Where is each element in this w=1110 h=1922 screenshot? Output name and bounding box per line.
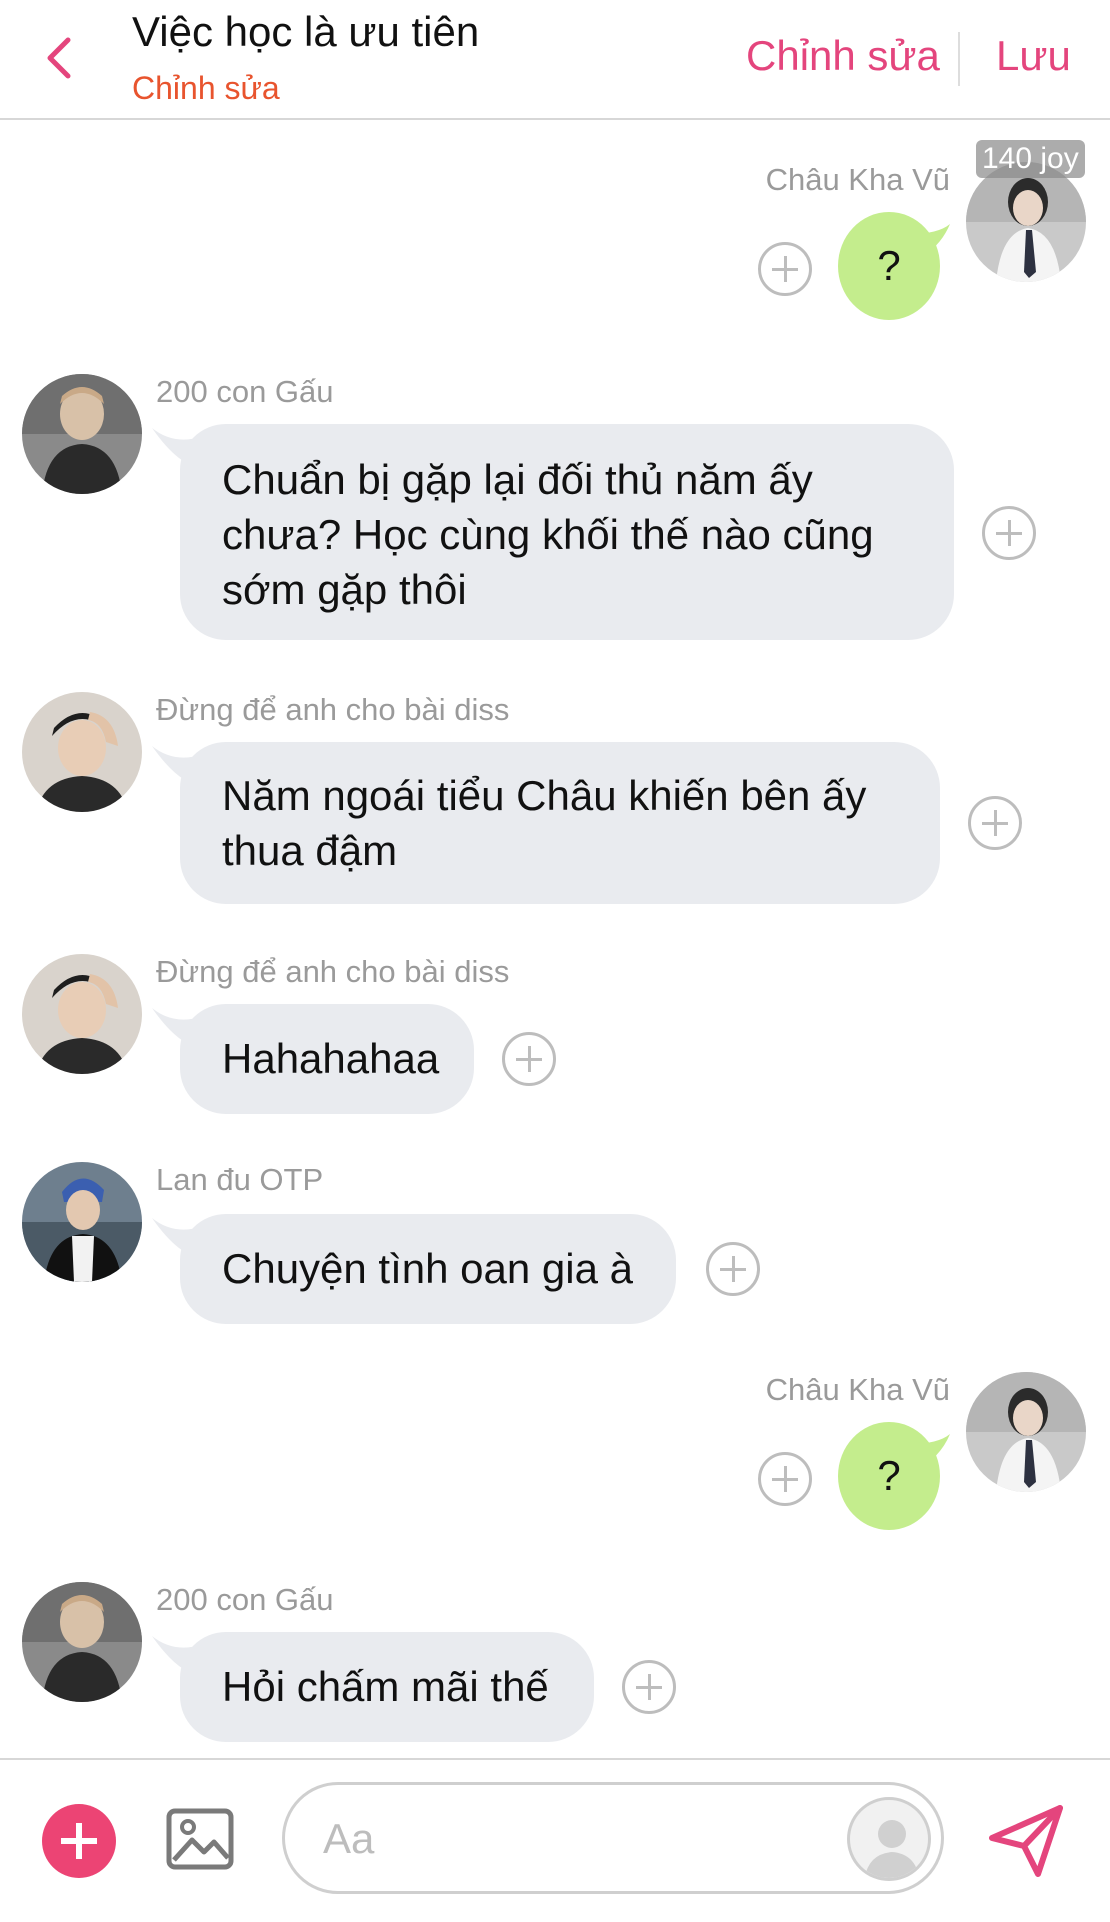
- plus-circle-icon[interactable]: [758, 1452, 812, 1506]
- message-bubble[interactable]: Chuẩn bị gặp lại đối thủ năm ấy chưa? Họ…: [180, 424, 954, 640]
- message-line: chưa? Học cùng khối thế nào cũng: [222, 511, 874, 558]
- avatar[interactable]: [22, 692, 142, 812]
- message-input-container: [282, 1782, 944, 1894]
- plus-circle-icon[interactable]: [706, 1242, 760, 1296]
- chevron-left-icon[interactable]: [40, 34, 80, 82]
- plus-circle-icon[interactable]: [968, 796, 1022, 850]
- message-bubble[interactable]: ?: [838, 212, 940, 320]
- sender-name: Châu Kha Vũ: [765, 162, 950, 197]
- add-button[interactable]: [42, 1804, 116, 1878]
- avatar[interactable]: [966, 1372, 1086, 1492]
- avatar[interactable]: [22, 1162, 142, 1282]
- avatar[interactable]: [22, 374, 142, 494]
- avatar[interactable]: [22, 954, 142, 1074]
- message-line: thua đậm: [222, 827, 398, 874]
- avatar[interactable]: [22, 1582, 142, 1702]
- sender-name: Châu Kha Vũ: [765, 1372, 950, 1407]
- plus-circle-icon[interactable]: [982, 506, 1036, 560]
- chat-title: Việc học là ưu tiên: [132, 8, 480, 55]
- send-icon[interactable]: [986, 1800, 1066, 1880]
- chat-subtitle: Chỉnh sửa: [132, 70, 280, 106]
- sender-name: Lan đu OTP: [156, 1162, 324, 1197]
- joy-badge: 140 joy: [976, 140, 1085, 178]
- header-divider: [958, 32, 960, 86]
- sender-name: Đừng để anh cho bài diss: [156, 954, 510, 989]
- avatar-placeholder-icon[interactable]: [847, 1797, 931, 1881]
- sender-name: Đừng để anh cho bài diss: [156, 692, 510, 727]
- message-line: Năm ngoái tiểu Châu khiến bên ấy: [222, 772, 867, 819]
- message-bubble[interactable]: Chuyện tình oan gia à: [180, 1214, 676, 1324]
- image-icon[interactable]: [166, 1808, 234, 1870]
- edit-button[interactable]: Chỉnh sửa: [746, 32, 940, 80]
- plus-circle-icon[interactable]: [758, 242, 812, 296]
- plus-circle-icon[interactable]: [502, 1032, 556, 1086]
- message-bubble[interactable]: Hỏi chấm mãi thế: [180, 1632, 594, 1742]
- save-button[interactable]: Lưu: [996, 32, 1071, 80]
- message-line: Chuẩn bị gặp lại đối thủ năm ấy: [222, 456, 813, 503]
- avatar[interactable]: [966, 162, 1086, 282]
- plus-circle-icon[interactable]: [622, 1660, 676, 1714]
- message-input[interactable]: [321, 1807, 825, 1871]
- message-line: sớm gặp thôi: [222, 566, 467, 613]
- sender-name: 200 con Gấu: [156, 1582, 334, 1617]
- chat-header: Việc học là ưu tiên Chỉnh sửa Chỉnh sửa …: [0, 0, 1110, 120]
- message-bubble[interactable]: Hahahahaa: [180, 1004, 474, 1114]
- message-bubble[interactable]: ?: [838, 1422, 940, 1530]
- sender-name: 200 con Gấu: [156, 374, 334, 409]
- message-bubble[interactable]: Năm ngoái tiểu Châu khiến bên ấy thua đậ…: [180, 742, 940, 904]
